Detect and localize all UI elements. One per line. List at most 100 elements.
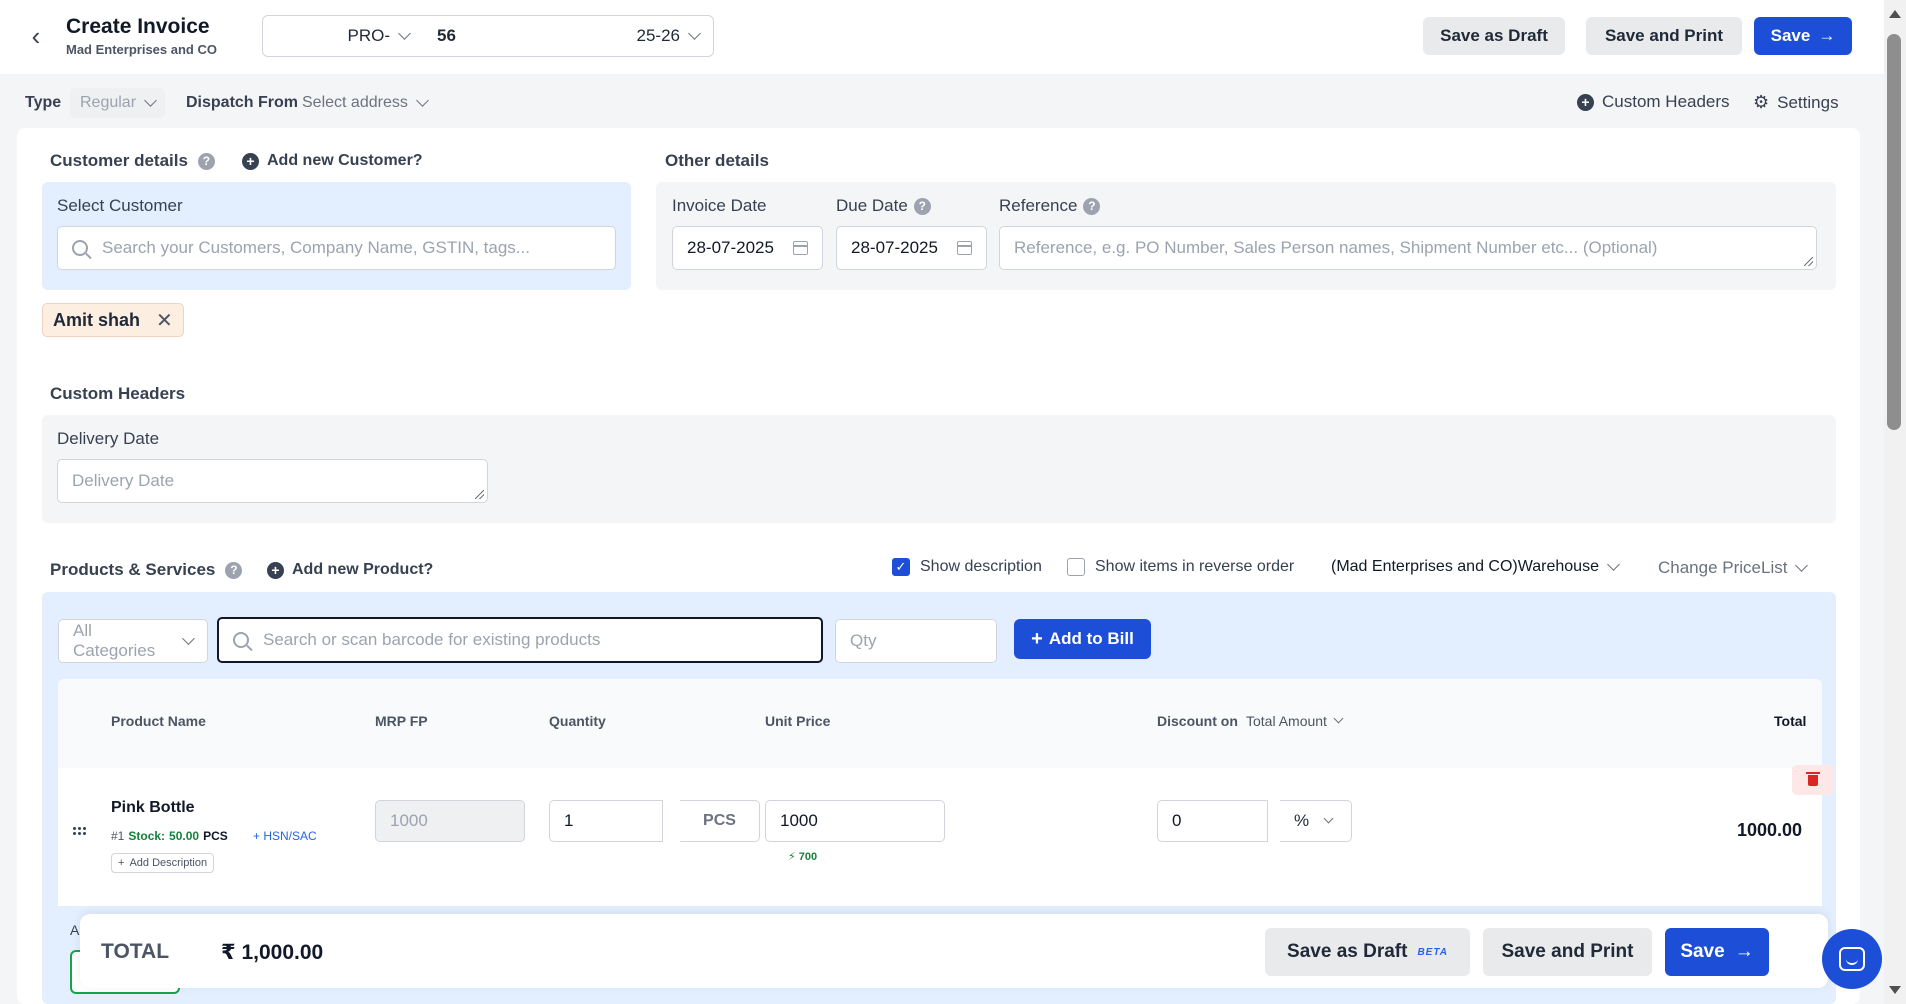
- selected-customer-tag: Amit shah ✕: [42, 303, 184, 337]
- column-product-name: Product Name: [111, 713, 206, 729]
- checkbox-checked-icon[interactable]: ✓: [892, 558, 910, 576]
- change-pricelist-select[interactable]: Change PriceList: [1658, 558, 1809, 578]
- other-details-title: Other details: [665, 151, 769, 170]
- save-draft-button[interactable]: Save as Draft: [1423, 17, 1565, 55]
- save-button[interactable]: Save →: [1754, 17, 1852, 55]
- qty-input[interactable]: Qty: [835, 619, 997, 663]
- drag-handle-icon[interactable]: [73, 827, 86, 835]
- plus-circle-icon: +: [242, 152, 259, 170]
- category-select[interactable]: All Categories: [58, 619, 208, 663]
- dispatch-address-select[interactable]: Select address: [302, 94, 429, 112]
- trash-icon: [1806, 771, 1820, 786]
- qty-placeholder: Qty: [850, 631, 877, 650]
- chat-support-button[interactable]: [1822, 929, 1882, 989]
- due-date-value: 28-07-2025: [851, 238, 938, 257]
- plus-icon: +: [253, 829, 264, 843]
- reference-textarea[interactable]: Reference, e.g. PO Number, Sales Person …: [999, 226, 1817, 270]
- other-details-panel: Invoice Date 28-07-2025 Due Date ? 28-07…: [656, 182, 1836, 290]
- footer-save-button[interactable]: Save →: [1665, 928, 1769, 976]
- custom-headers-label: Custom Headers: [1602, 92, 1730, 111]
- unit-price-input[interactable]: 1000: [765, 800, 945, 842]
- help-icon[interactable]: ?: [225, 561, 243, 579]
- chevron-down-icon: [688, 27, 701, 40]
- invoice-date-label: Invoice Date: [672, 196, 767, 215]
- add-description-button[interactable]: + Add Description: [111, 853, 215, 873]
- beta-badge: BETA: [1417, 946, 1448, 958]
- footer-save-print-button[interactable]: Save and Print: [1483, 928, 1652, 976]
- unit-label: PCS: [680, 800, 760, 842]
- reference-placeholder: Reference, e.g. PO Number, Sales Person …: [1014, 238, 1658, 257]
- footer-save-draft-button[interactable]: Save as Draft BETA: [1265, 928, 1470, 976]
- reverse-order-option[interactable]: Show items in reverse order: [1067, 558, 1294, 576]
- custom-headers-title: Custom Headers: [50, 384, 186, 403]
- type-bar: Type Regular Dispatch From Select addres…: [0, 80, 1884, 124]
- invoice-prefix-select[interactable]: PRO-: [262, 15, 424, 57]
- total-label: TOTAL: [101, 940, 170, 963]
- resize-handle-icon[interactable]: [475, 490, 484, 499]
- category-value: All Categories: [73, 621, 156, 660]
- invoice-date-value: 28-07-2025: [687, 238, 774, 257]
- selected-customer-name: Amit shah: [53, 309, 141, 330]
- chevron-down-icon: [144, 94, 157, 107]
- help-icon[interactable]: ?: [1083, 197, 1101, 215]
- dispatch-value: Select address: [302, 94, 408, 111]
- discount-input[interactable]: 0: [1157, 800, 1268, 842]
- lightning-icon: ⚡: [788, 851, 796, 863]
- custom-headers-link[interactable]: + Custom Headers: [1577, 92, 1730, 112]
- close-icon[interactable]: ✕: [156, 308, 173, 333]
- page-title: Create Invoice: [66, 15, 210, 38]
- plus-circle-icon: +: [1577, 93, 1594, 111]
- custom-headers-panel: Delivery Date Delivery Date: [42, 415, 1836, 523]
- chevron-down-icon: [182, 632, 195, 645]
- add-to-bill-button[interactable]: + Add to Bill: [1014, 619, 1151, 659]
- warehouse-select[interactable]: (Mad Enterprises and CO)Warehouse: [1331, 558, 1620, 576]
- settings-link[interactable]: ⚙ Settings: [1753, 92, 1839, 113]
- hsn-sac-label: HSN/SAC: [263, 829, 317, 843]
- plus-icon: +: [118, 857, 125, 869]
- add-new-customer-label: Add new Customer?: [267, 152, 423, 169]
- discount-type-value: %: [1294, 811, 1310, 830]
- show-description-label: Show description: [920, 558, 1042, 575]
- due-date-label: Due Date: [836, 196, 908, 215]
- add-new-customer-link[interactable]: + Add new Customer?: [242, 152, 423, 170]
- help-icon[interactable]: ?: [913, 197, 931, 215]
- due-date-input[interactable]: 28-07-2025: [836, 226, 987, 270]
- chevron-down-icon: [415, 94, 429, 107]
- resize-handle-icon[interactable]: [1804, 257, 1813, 266]
- chevron-down-icon: [1795, 559, 1809, 572]
- product-search-input[interactable]: Search or scan barcode for existing prod…: [217, 617, 823, 663]
- column-mrp: MRP FP: [375, 713, 428, 729]
- type-select[interactable]: Regular: [70, 88, 166, 118]
- add-new-product-label: Add new Product?: [292, 561, 434, 578]
- chat-icon: [1839, 947, 1865, 971]
- quantity-input[interactable]: 1: [549, 800, 663, 842]
- add-new-product-link[interactable]: + Add new Product?: [267, 561, 433, 579]
- back-arrow-icon[interactable]: ‹: [24, 21, 48, 51]
- sticky-footer: TOTAL ₹ 1,000.00 Save as Draft BETA Save…: [80, 914, 1828, 988]
- customer-search-input[interactable]: Search your Customers, Company Name, GST…: [57, 226, 616, 270]
- discount-basis-select[interactable]: Total Amount: [1246, 713, 1344, 729]
- scrollbar-thumb[interactable]: [1887, 34, 1901, 430]
- add-description-label: Add Description: [129, 857, 208, 869]
- discount-type-select[interactable]: %: [1280, 800, 1352, 842]
- chevron-down-icon: [1323, 813, 1334, 824]
- plus-circle-icon: +: [267, 561, 284, 579]
- invoice-date-input[interactable]: 28-07-2025: [672, 226, 823, 270]
- help-icon[interactable]: ?: [197, 152, 215, 170]
- hsn-sac-link[interactable]: + HSN/SAC: [253, 829, 317, 843]
- add-to-bill-label: Add to Bill: [1048, 629, 1134, 648]
- arrow-right-icon: →: [1734, 941, 1754, 962]
- scroll-down-arrow-icon[interactable]: [1889, 986, 1901, 994]
- show-description-option[interactable]: ✓ Show description: [892, 558, 1042, 576]
- delete-row-button[interactable]: [1792, 765, 1834, 795]
- checkbox-icon[interactable]: [1067, 558, 1085, 576]
- save-print-button[interactable]: Save and Print: [1586, 17, 1742, 55]
- fiscal-year-select[interactable]: 25-26: [553, 15, 714, 57]
- chevron-down-icon: [398, 27, 411, 40]
- search-icon: [72, 240, 88, 256]
- footer-save-draft-label: Save as Draft: [1287, 941, 1408, 962]
- reverse-order-label: Show items in reverse order: [1095, 558, 1295, 575]
- invoice-number-input[interactable]: 56: [423, 15, 554, 57]
- scroll-up-arrow-icon[interactable]: [1889, 10, 1901, 18]
- delivery-date-textarea[interactable]: Delivery Date: [57, 459, 488, 503]
